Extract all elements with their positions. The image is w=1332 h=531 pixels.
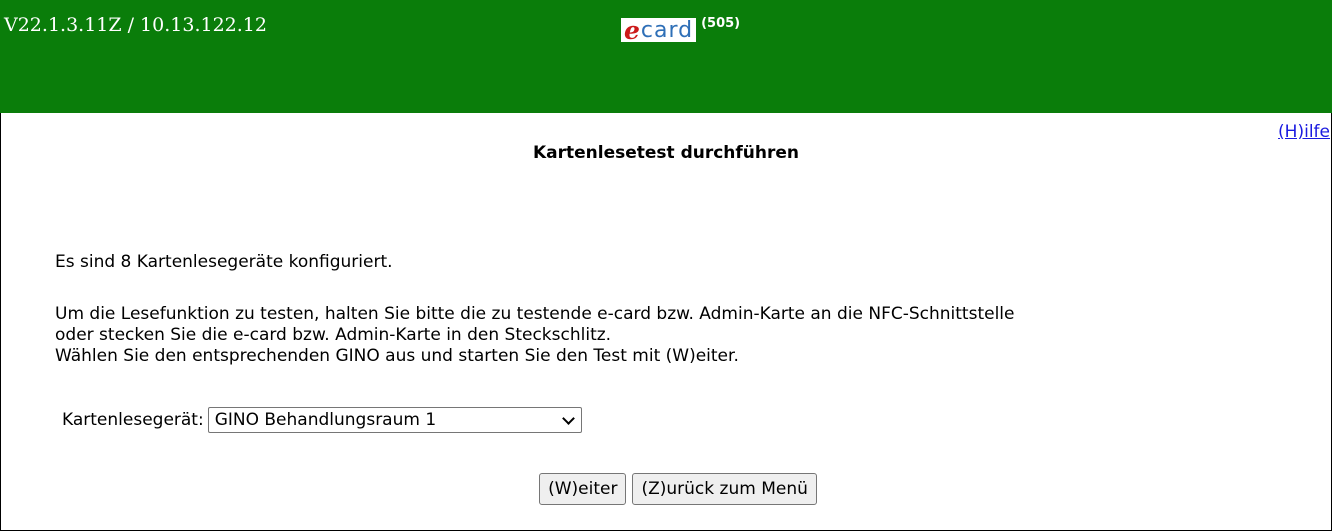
chevron-down-icon — [561, 411, 575, 425]
instruction-line-1: Um die Lesefunktion zu testen, halten Si… — [55, 304, 1015, 324]
button-row: (W)eiter (Z)urück zum Menü — [0, 473, 1332, 505]
reader-select[interactable]: GINO Behandlungsraum 1 — [207, 407, 582, 433]
reader-select-value: GINO Behandlungsraum 1 — [214, 410, 437, 430]
help-link[interactable]: (H)ilfe — [1278, 122, 1330, 142]
reader-count-text: Es sind 8 Kartenlesegeräte konfiguriert. — [55, 252, 393, 272]
logo-card: card — [640, 17, 694, 43]
header-bar: V22.1.3.11Z / 10.13.122.12 e card (505) — [0, 0, 1332, 113]
instruction-line-3: Wählen Sie den entsprechenden GINO aus u… — [55, 346, 739, 366]
version-info: V22.1.3.11Z / 10.13.122.12 — [4, 14, 267, 36]
instruction-line-2: oder stecken Sie die e-card bzw. Admin-K… — [55, 325, 612, 345]
next-button[interactable]: (W)eiter — [539, 473, 627, 505]
reader-select-label: Kartenlesegerät: — [62, 410, 204, 430]
page-title: Kartenlesetest durchführen — [532, 143, 800, 163]
reader-select-row: Kartenlesegerät: GINO Behandlungsraum 1 — [62, 407, 582, 433]
ecard-logo-mark: e card — [621, 15, 697, 45]
back-to-menu-button[interactable]: (Z)urück zum Menü — [632, 473, 817, 505]
instruction-text: Um die Lesefunktion zu testen, halten Si… — [55, 304, 1325, 367]
ecard-logo: e card (505) — [621, 15, 741, 45]
screen-code: (505) — [701, 16, 741, 31]
logo-e: e — [624, 15, 641, 45]
